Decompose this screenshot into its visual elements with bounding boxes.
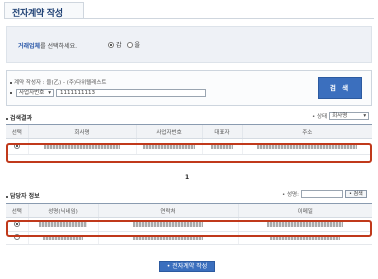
results-filter-select-value: 회사명 <box>332 113 348 119</box>
contract-author-text: 계약 작성자 : 을(乙) - (주)다위텔레스트 <box>14 80 107 86</box>
search-field-row: 사업자번호 ▾ 1111111113 <box>10 89 206 97</box>
create-contract-button[interactable]: • 전자계약 작성 <box>159 261 215 272</box>
bullet-icon <box>6 195 8 198</box>
party-selector-label: 거래업체를 선택하세요. <box>18 41 77 50</box>
results-filter-select[interactable]: 회사명 ▾ <box>329 112 370 120</box>
manager-header-row: 선택 성명(닉네임) 연락처 이메일 <box>6 203 372 218</box>
search-field-select[interactable]: 사업자번호 ▾ <box>16 89 54 97</box>
col-header: 주소 <box>241 124 372 139</box>
results-filter: • 상태 회사명 ▾ <box>312 112 370 120</box>
col-header: 회사명 <box>27 124 136 139</box>
contract-author-label: 계약 작성자 : 을(乙) - (주)다위텔레스트 <box>10 78 106 86</box>
manager-search-input[interactable] <box>300 190 343 198</box>
col-header: 이메일 <box>237 203 372 218</box>
party-radio-eul-label: 을 <box>134 42 141 49</box>
party-radio-eul[interactable] <box>126 41 133 48</box>
col-header: 대표자 <box>201 124 242 139</box>
manager-search: • 성명: • 검색 <box>282 190 367 198</box>
results-title-text: 검색결과 <box>10 115 33 122</box>
col-header: 선택 <box>6 203 28 218</box>
chevron-down-icon: ▾ <box>48 90 51 96</box>
manager-title-text: 담당자 정보 <box>10 193 40 200</box>
bullet-icon <box>6 117 8 120</box>
col-header: 성명(닉네임) <box>27 203 98 218</box>
col-header: 연락처 <box>97 203 238 218</box>
results-header-row: 선택 회사명 사업자번호 대표자 주소 <box>6 124 372 139</box>
selected-manager-highlight <box>6 220 372 237</box>
manager-search-button[interactable]: • 검색 <box>344 190 367 198</box>
party-radio-gap-label: 갑 <box>116 42 122 49</box>
search-button[interactable]: 검 색 <box>318 77 362 99</box>
manager-search-label: • 성명: <box>282 192 299 198</box>
selected-company-highlight <box>6 143 372 163</box>
title-divider <box>4 18 374 19</box>
party-selector-label-bold: 거래업체 <box>18 43 41 50</box>
col-header: 사업자번호 <box>135 124 202 139</box>
manager-title: 담당자 정보 <box>6 191 40 200</box>
search-field-select-value: 사업자번호 <box>19 90 45 96</box>
bullet-icon <box>10 81 12 84</box>
party-radio-group: 갑 을 <box>108 40 140 49</box>
bullet-icon <box>10 92 12 94</box>
col-header: 선택 <box>6 124 28 139</box>
chevron-down-icon: ▾ <box>363 113 367 119</box>
results-title: 검색결과 <box>6 113 32 122</box>
party-selector-label-rest: 를 선택하세요. <box>40 43 78 50</box>
results-filter-label: • 상태 <box>312 114 328 120</box>
create-contract-button-label: 전자계약 작성 <box>172 263 208 270</box>
page-number[interactable]: 1 <box>185 174 189 181</box>
search-input[interactable]: 1111111113 <box>56 89 206 97</box>
party-radio-gap[interactable] <box>108 41 114 48</box>
